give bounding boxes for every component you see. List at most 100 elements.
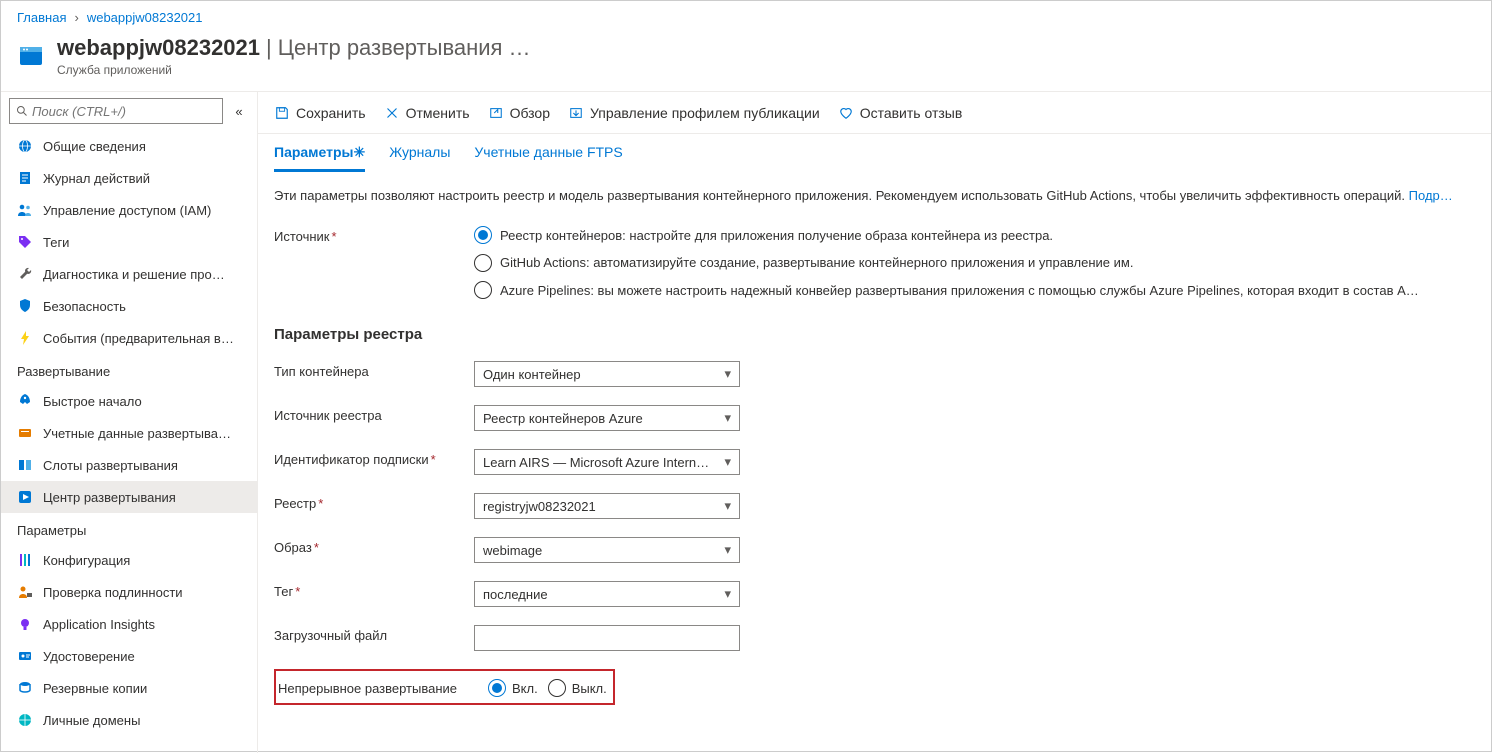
continuous-deployment-highlight: Непрерывное развертывание Вкл. Выкл.: [274, 669, 615, 705]
toolbar-label: Управление профилем публикации: [590, 105, 820, 121]
sidebar-item-activity-log[interactable]: Журнал действий: [1, 162, 257, 194]
sidebar-item-label: Резервные копии: [43, 681, 147, 696]
radio-label: GitHub Actions: автоматизируйте создание…: [500, 253, 1133, 273]
person-lock-icon: [17, 584, 33, 600]
sidebar-item-quickstart[interactable]: Быстрое начало: [1, 385, 257, 417]
tab-settings[interactable]: Параметры✳: [274, 144, 365, 172]
tab-ftps[interactable]: Учетные данные FTPS: [474, 144, 622, 172]
chevron-down-icon: ▾: [724, 542, 731, 558]
select-value: последние: [483, 587, 548, 602]
sidebar-section-deployment: Развертывание: [1, 354, 257, 385]
cd-on-radio[interactable]: Вкл.: [488, 679, 538, 697]
browse-button[interactable]: Обзор: [488, 105, 550, 121]
more-ellipsis[interactable]: …: [508, 35, 531, 61]
toolbar-label: Отменить: [406, 105, 470, 121]
chevron-down-icon: ▾: [724, 410, 731, 426]
toolbar-label: Обзор: [510, 105, 550, 121]
tag-select[interactable]: последние ▾: [474, 581, 740, 607]
manage-publish-profile-button[interactable]: Управление профилем публикации: [568, 105, 820, 121]
breadcrumb-resource[interactable]: webappjw08232021: [87, 10, 203, 25]
radio-unchecked-icon: [474, 254, 492, 272]
learn-more-link[interactable]: Подр…: [1409, 188, 1453, 203]
source-option-azure-pipelines[interactable]: Azure Pipelines: вы можете настроить над…: [474, 281, 1424, 301]
save-icon: [274, 105, 290, 121]
save-button[interactable]: Сохранить: [274, 105, 366, 121]
sidebar-item-tags[interactable]: Теги: [1, 226, 257, 258]
search-input-wrapper[interactable]: [9, 98, 223, 124]
radio-label: Выкл.: [572, 681, 607, 696]
cd-off-radio[interactable]: Выкл.: [548, 679, 607, 697]
key-icon: [17, 425, 33, 441]
radio-label: Azure Pipelines: вы можете настроить над…: [500, 281, 1424, 301]
sidebar-item-label: Application Insights: [43, 617, 155, 632]
container-type-select[interactable]: Один контейнер ▾: [474, 361, 740, 387]
chevron-down-icon: ▾: [724, 366, 731, 382]
search-input[interactable]: [32, 104, 216, 119]
sidebar-item-authentication[interactable]: Проверка подлинности: [1, 576, 257, 608]
sidebar-item-identity[interactable]: Удостоверение: [1, 640, 257, 672]
select-value: Learn AIRS — Microsoft Azure Intern…: [483, 455, 709, 470]
domains-icon: [17, 712, 33, 728]
sidebar-item-deploy-credentials[interactable]: Учетные данные развертыва…: [1, 417, 257, 449]
log-icon: [17, 170, 33, 186]
tag-icon: [17, 234, 33, 250]
page-header: webappjw08232021 | Центр развертывания ……: [1, 33, 1491, 91]
sidebar-item-label: Центр развертывания: [43, 490, 176, 505]
source-label: Источник*: [274, 226, 474, 244]
image-select[interactable]: webimage ▾: [474, 537, 740, 563]
sidebar-item-label: Управление доступом (IAM): [43, 203, 211, 218]
sidebar-item-security[interactable]: Безопасность: [1, 290, 257, 322]
source-option-container-registry[interactable]: Реестр контейнеров: настройте для прилож…: [474, 226, 1424, 246]
tab-logs[interactable]: Журналы: [389, 144, 450, 172]
registry-select[interactable]: registryjw08232021 ▾: [474, 493, 740, 519]
app-service-icon: [17, 42, 45, 70]
page-title: webappjw08232021: [57, 35, 260, 61]
shield-icon: [17, 298, 33, 314]
slots-icon: [17, 457, 33, 473]
sidebar-item-backups[interactable]: Резервные копии: [1, 672, 257, 704]
open-icon: [488, 105, 504, 121]
subscription-select[interactable]: Learn AIRS — Microsoft Azure Intern… ▾: [474, 449, 740, 475]
sidebar-item-label: Журнал действий: [43, 171, 150, 186]
sidebar-item-label: Быстрое начало: [43, 394, 142, 409]
chevron-down-icon: ▾: [724, 454, 731, 470]
breadcrumb-home[interactable]: Главная: [17, 10, 66, 25]
radio-unchecked-icon: [548, 679, 566, 697]
sidebar-item-custom-domains[interactable]: Личные домены: [1, 704, 257, 736]
startup-file-input[interactable]: [474, 625, 740, 651]
sidebar-item-overview[interactable]: Общие сведения: [1, 130, 257, 162]
registry-source-select[interactable]: Реестр контейнеров Azure ▾: [474, 405, 740, 431]
people-icon: [17, 202, 33, 218]
sidebar-item-diagnose[interactable]: Диагностика и решение про…: [1, 258, 257, 290]
id-icon: [17, 648, 33, 664]
tag-label: Тег*: [274, 581, 474, 599]
sidebar-item-iam[interactable]: Управление доступом (IAM): [1, 194, 257, 226]
deploy-center-icon: [17, 489, 33, 505]
sidebar-item-label: Теги: [43, 235, 69, 250]
sidebar-item-label: События (предварительная в…: [43, 331, 234, 346]
sidebar-item-events[interactable]: События (предварительная в…: [1, 322, 257, 354]
profile-icon: [568, 105, 584, 121]
select-value: registryjw08232021: [483, 499, 596, 514]
sidebar-item-deploy-slots[interactable]: Слоты развертывания: [1, 449, 257, 481]
select-value: webimage: [483, 543, 542, 558]
source-option-github-actions[interactable]: GitHub Actions: автоматизируйте создание…: [474, 253, 1424, 273]
sidebar-item-label: Личные домены: [43, 713, 140, 728]
sidebar-item-configuration[interactable]: Конфигурация: [1, 544, 257, 576]
select-value: Один контейнер: [483, 367, 581, 382]
chevron-right-icon: ›: [74, 10, 78, 25]
resource-type-label: Служба приложений: [57, 63, 531, 77]
sidebar-item-label: Конфигурация: [43, 553, 130, 568]
feedback-button[interactable]: Оставить отзыв: [838, 105, 963, 121]
intro-text: Эти параметры позволяют настроить реестр…: [274, 186, 1475, 206]
registry-label: Реестр*: [274, 493, 474, 511]
sidebar-item-app-insights[interactable]: Application Insights: [1, 608, 257, 640]
discard-button[interactable]: Отменить: [384, 105, 470, 121]
select-value: Реестр контейнеров Azure: [483, 411, 643, 426]
sidebar: « Общие сведения Журнал действий Управле…: [1, 91, 257, 753]
sidebar-item-label: Диагностика и решение про…: [43, 267, 225, 282]
collapse-sidebar-button[interactable]: «: [229, 104, 249, 119]
toolbar: Сохранить Отменить Обзор Управление проф…: [258, 92, 1491, 134]
toolbar-label: Сохранить: [296, 105, 366, 121]
sidebar-item-deployment-center[interactable]: Центр развертывания: [1, 481, 257, 513]
